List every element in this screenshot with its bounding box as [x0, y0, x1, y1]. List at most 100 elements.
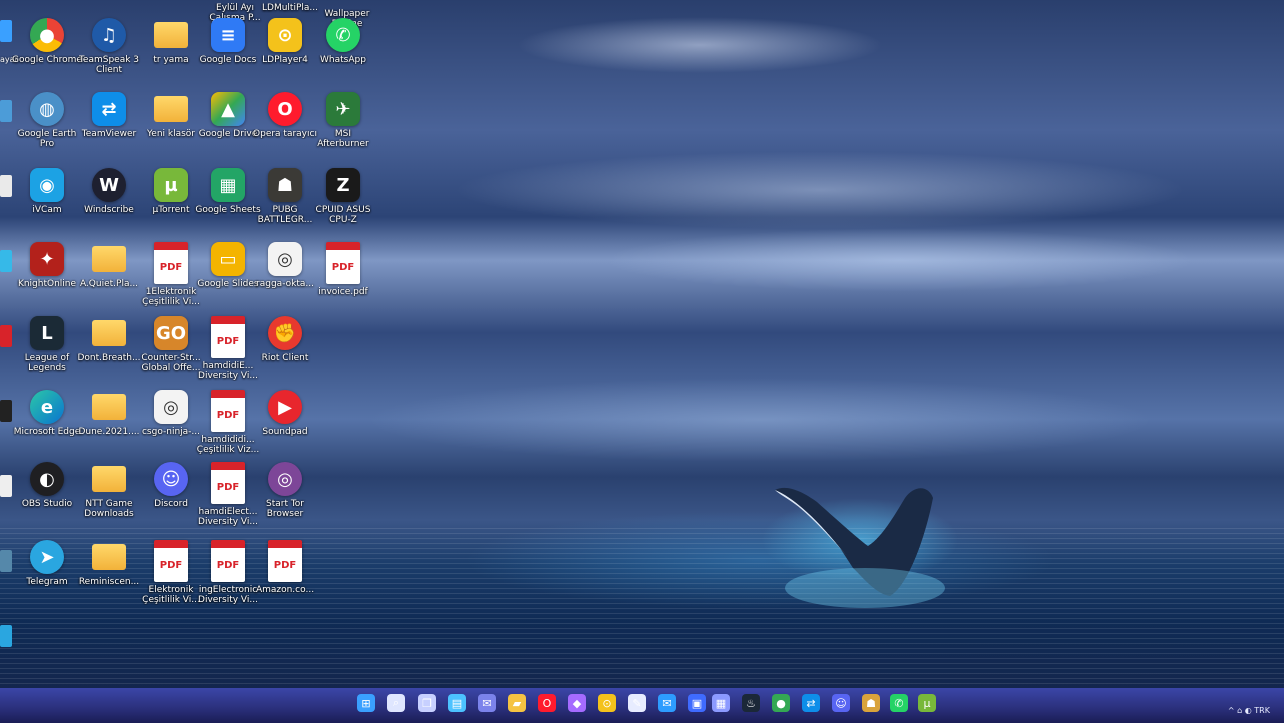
- calculator-button[interactable]: ▦: [712, 694, 730, 712]
- desktop-icon-pubg[interactable]: ☗ PUBG BATTLEGR...: [254, 168, 316, 225]
- media-file-icon: ◎: [154, 390, 188, 424]
- pubg-button[interactable]: ☗: [862, 694, 880, 712]
- desktop-icon-telegram[interactable]: ➤ Telegram: [16, 540, 78, 587]
- utorrent-button[interactable]: µ: [918, 694, 936, 712]
- desktop-icon-label: MSI Afterburner: [317, 129, 369, 149]
- pubg-icon: ☗: [268, 168, 302, 202]
- desktop-icon-label: Telegram: [26, 577, 68, 587]
- desktop-icon-tor-browser[interactable]: ◎ Start Tor Browser: [254, 462, 316, 519]
- calculator-icon: ▦: [715, 696, 727, 710]
- google-drive-icon: ▲: [211, 92, 245, 126]
- desktop-icon-discord[interactable]: ☺ Discord: [140, 462, 202, 509]
- desktop-icon-teamviewer[interactable]: ⇄ TeamViewer: [78, 92, 140, 139]
- widgets-button[interactable]: ▤: [448, 694, 466, 712]
- opera-icon: O: [268, 92, 302, 126]
- desktop-icon-teamspeak[interactable]: ♫ TeamSpeak 3 Client: [78, 18, 140, 75]
- desktop-icon-label: Windscribe: [84, 205, 134, 215]
- desktop-icon-google-earth[interactable]: ◍ Google Earth Pro: [16, 92, 78, 149]
- pdf-icon: PDF: [154, 540, 188, 582]
- ldplayer-button[interactable]: ⊙: [598, 694, 616, 712]
- store-button[interactable]: ▣: [688, 694, 706, 712]
- desktop-icon-soundpad[interactable]: ▶ Soundpad: [254, 390, 316, 437]
- file-explorer-button[interactable]: ▰: [508, 694, 526, 712]
- widgets-icon: ▤: [451, 696, 463, 710]
- ldplayer-icon: ⊙: [602, 696, 612, 710]
- riot-client-icon: ✊: [268, 316, 302, 350]
- desktop-icon-chrome[interactable]: ● Google Chrome: [12, 18, 82, 65]
- desktop-icon-knightonline[interactable]: ✦ KnightOnline: [16, 242, 78, 289]
- steam-button[interactable]: ♨: [742, 694, 760, 712]
- partial-icon[interactable]: [0, 250, 12, 272]
- utorrent-icon: µ: [923, 696, 931, 710]
- ivcam-icon: ◉: [30, 168, 64, 202]
- partial-icon[interactable]: [0, 20, 12, 42]
- desktop-icon-label: invoice.pdf: [318, 287, 368, 297]
- desktop-icon-msi-afterburner[interactable]: ✈ MSI Afterburner: [312, 92, 374, 149]
- partial-icon[interactable]: [0, 175, 12, 197]
- desktop-icon-riot-client[interactable]: ✊ Riot Client: [254, 316, 316, 363]
- partial-icon[interactable]: [0, 550, 12, 572]
- desktop-icon-pdf[interactable]: PDF hamdidiE... Diversity Vi...: [197, 316, 259, 381]
- whatsapp-button[interactable]: ✆: [890, 694, 908, 712]
- folder-icon: [92, 394, 126, 420]
- mail-button[interactable]: ✉: [658, 694, 676, 712]
- desktop-icon-pdf[interactable]: PDF ingElectronic Diversity Vi...: [197, 540, 259, 605]
- desktop-icon-label: Google Earth Pro: [17, 129, 77, 149]
- app-button[interactable]: ◆: [568, 694, 586, 712]
- search-button[interactable]: ⌕: [387, 694, 405, 712]
- folder-icon: [92, 544, 126, 570]
- partial-icon[interactable]: [0, 400, 12, 422]
- notepad-button[interactable]: ✎: [628, 694, 646, 712]
- tor-browser-icon: ◎: [268, 462, 302, 496]
- desktop-icon-pdf[interactable]: PDF 1Elektronik Çeşitlilik Vi...: [140, 242, 202, 307]
- partial-icon[interactable]: [0, 475, 12, 497]
- media-file-icon: ◎: [268, 242, 302, 276]
- desktop-icon-label: 1Elektronik Çeşitlilik Vi...: [142, 287, 200, 307]
- desktop-icon-label: Dont.Breath...: [77, 353, 141, 363]
- chrome-button[interactable]: ●: [772, 694, 790, 712]
- desktop-icon-pdf[interactable]: PDF hamdididi... Çeşitlilik Viz...: [197, 390, 259, 455]
- desktop-icon-label: Riot Client: [261, 353, 309, 363]
- opera-button[interactable]: O: [538, 694, 556, 712]
- system-tray[interactable]: ^ ⌂ ◐ TRK: [1228, 706, 1270, 715]
- pdf-icon: PDF: [211, 390, 245, 432]
- desktop-icon-ldplayer[interactable]: ⊙ LDPlayer4: [254, 18, 316, 65]
- partial-icon[interactable]: [0, 100, 12, 122]
- utorrent-icon: µ: [154, 168, 188, 202]
- desktop-icon-folder[interactable]: Dont.Breath...: [77, 316, 141, 363]
- partial-icon[interactable]: [0, 625, 12, 647]
- desktop-icon-edge[interactable]: e Microsoft Edge: [14, 390, 80, 437]
- google-earth-icon: ◍: [30, 92, 64, 126]
- desktop-icon-label: NTT Game Downloads: [84, 499, 134, 519]
- task-view-button[interactable]: ❐: [418, 694, 436, 712]
- folder-icon: [92, 246, 126, 272]
- desktop-icon-media-file[interactable]: ◎ csgo-ninja-...: [140, 390, 202, 437]
- whale-image: [775, 487, 945, 608]
- desktop-icon-whatsapp[interactable]: ✆ WhatsApp: [312, 18, 374, 65]
- start-button[interactable]: ⊞: [357, 694, 375, 712]
- desktop-icon-league-of-legends[interactable]: L League of Legends: [16, 316, 78, 373]
- discord-icon: ☺: [154, 462, 188, 496]
- desktop-icon-folder[interactable]: Reminiscen...: [78, 540, 140, 587]
- desktop-icon-label: KnightOnline: [17, 279, 77, 289]
- desktop-icon-cpuz[interactable]: Z CPUID ASUS CPU-Z: [312, 168, 374, 225]
- pubg-icon: ☗: [866, 696, 876, 710]
- desktop-icon-pdf[interactable]: PDF invoice.pdf: [312, 242, 374, 297]
- desktop-icon-folder[interactable]: Dune.2021....: [78, 390, 140, 437]
- desktop-icon-opera[interactable]: O Opera tarayıcı: [253, 92, 317, 139]
- desktop-icon-folder[interactable]: A.Quiet.Pla...: [78, 242, 140, 289]
- desktop-icon-folder[interactable]: NTT Game Downloads: [78, 462, 140, 519]
- store-icon: ▣: [691, 696, 703, 710]
- desktop-icon-windscribe[interactable]: W Windscribe: [78, 168, 140, 215]
- chat-button[interactable]: ✉: [478, 694, 496, 712]
- partial-icon[interactable]: [0, 325, 12, 347]
- discord-button[interactable]: ☺: [832, 694, 850, 712]
- desktop-icon-obs[interactable]: ◐ OBS Studio: [16, 462, 78, 509]
- csgo-icon: GO: [154, 316, 188, 350]
- desktop-icon-pdf[interactable]: PDF Amazon.co...: [254, 540, 316, 595]
- desktop-icon-media-file[interactable]: ◎ ragga-okta...: [254, 242, 316, 289]
- msi-afterburner-icon: ✈: [326, 92, 360, 126]
- teamviewer-button[interactable]: ⇄: [802, 694, 820, 712]
- desktop-icon-ivcam[interactable]: ◉ iVCam: [16, 168, 78, 215]
- pdf-icon: PDF: [211, 462, 245, 504]
